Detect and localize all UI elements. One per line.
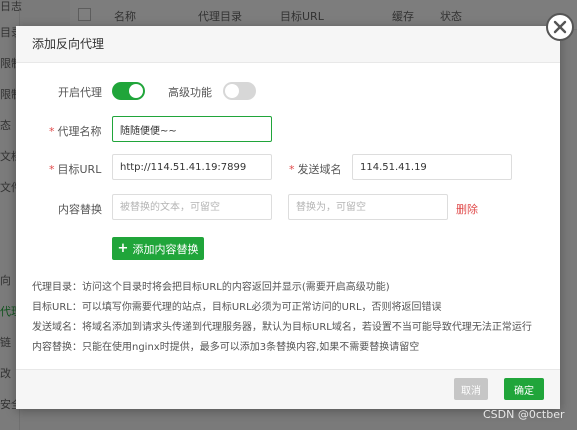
add-content-replace-button[interactable]: + 添加内容替换 [112,237,204,260]
advanced-label: 高级功能 [168,86,212,99]
replace-from-input[interactable] [112,194,272,220]
help-text: 内容替换：只能在使用nginx时提供，最多可以添加3条替换内容,如果不需要替换请… [32,342,420,353]
enable-proxy-toggle[interactable] [112,82,145,100]
close-icon[interactable] [546,13,574,41]
dialog-title: 添加反向代理 [16,26,560,63]
help-text: 目标URL：可以填写你需要代理的站点，目标URL必须为可正常访问的URL，否则将… [32,302,442,313]
help-text: 代理目录：访问这个目录时将会把目标URL的内容返回并显示(需要开启高级功能) [32,282,390,293]
enable-proxy-label: 开启代理 [58,86,102,99]
send-domain-input[interactable] [352,154,512,180]
dialog-footer: 取消 确定 [16,369,560,409]
advanced-toggle[interactable] [223,82,256,100]
replace-to-input[interactable] [288,194,448,220]
send-domain-label: * 发送域名 [289,163,342,176]
plus-icon: + [117,241,129,256]
watermark: CSDN @0ctber [483,408,565,421]
close-icon-glyph [553,20,567,34]
help-text: 发送域名：将域名添加到请求头传递到代理服务器，默认为目标URL域名，若设置不当可… [32,322,532,333]
confirm-button[interactable]: 确定 [504,378,544,400]
add-reverse-proxy-dialog: 添加反向代理 开启代理 高级功能 *代理名称 *目标URL *发送域名 内容替换… [16,26,560,409]
target-url-input[interactable] [112,154,272,180]
proxy-name-label: * 代理名称 [49,125,102,138]
proxy-name-input[interactable] [112,116,272,142]
target-url-label: * 目标URL [49,163,102,176]
content-replace-label: 内容替换 [58,203,102,216]
delete-replace-link[interactable]: 删除 [456,201,478,217]
cancel-button[interactable]: 取消 [454,378,488,400]
